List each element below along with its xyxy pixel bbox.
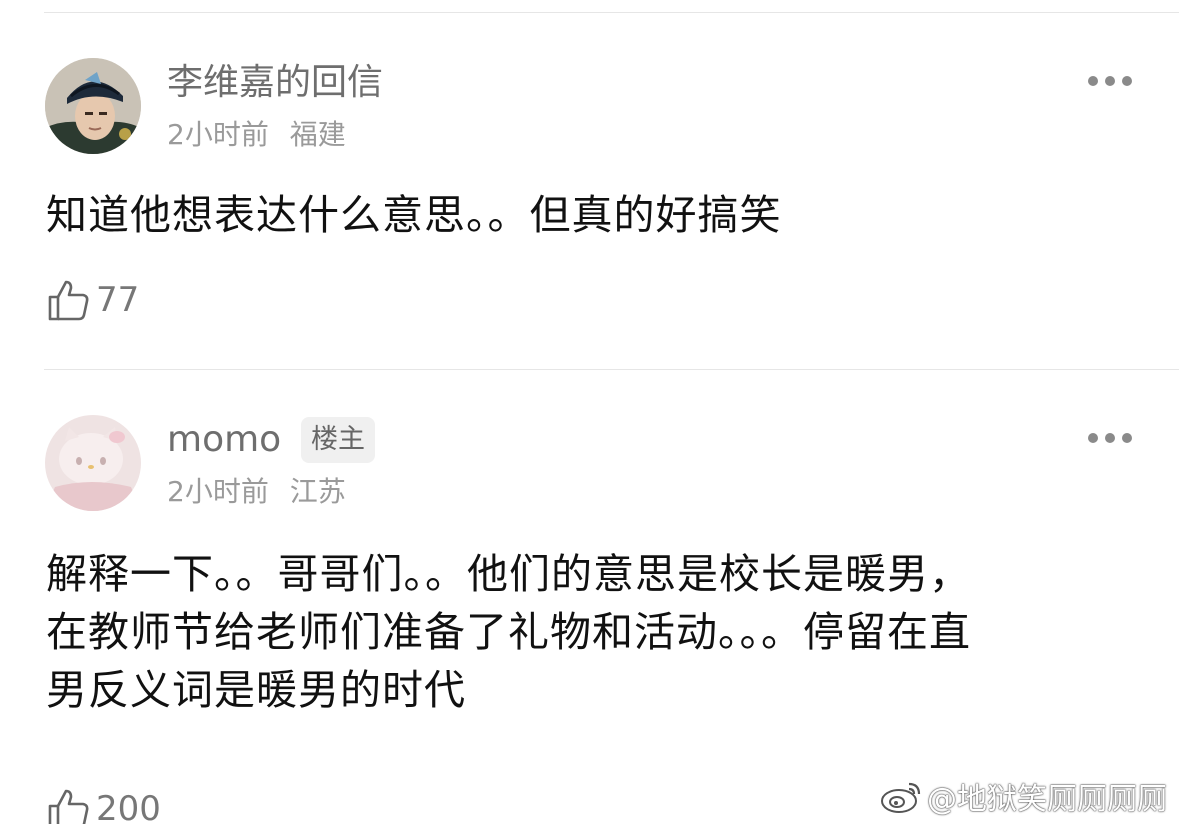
comment-content: 解释一下。。哥哥们。。他们的意思是校长是暖男， 在教师节给老师们准备了礼物和活动… <box>46 545 1139 719</box>
thumbs-up-icon <box>48 280 89 321</box>
comment-location: 福建 <box>289 118 346 151</box>
username[interactable]: momo <box>167 418 281 462</box>
username[interactable]: 李维嘉的回信 <box>167 61 383 105</box>
avatar[interactable] <box>45 58 141 154</box>
like-count: 77 <box>96 280 140 320</box>
op-badge: 楼主 <box>301 417 375 463</box>
like-count: 200 <box>96 789 161 824</box>
comment-line: 解释一下。。哥哥们。。他们的意思是校长是暖男， <box>46 550 971 598</box>
comment-meta: 2小时前 福建 <box>167 118 346 152</box>
user-avatar-icon <box>45 58 141 154</box>
divider <box>44 12 1179 13</box>
comment-meta: 2小时前 江苏 <box>167 475 346 509</box>
like-button[interactable]: 77 <box>46 277 139 323</box>
avatar[interactable] <box>45 415 141 511</box>
weibo-logo-icon <box>881 782 921 813</box>
comment-time: 2小时前 <box>167 475 269 508</box>
watermark: @地狱笑厕厕厕厕 <box>879 776 1167 817</box>
user-avatar-icon <box>45 415 141 511</box>
thumbs-up-icon <box>48 789 89 824</box>
comment-line: 在教师节给老师们准备了礼物和活动。。。停留在直 <box>46 608 971 656</box>
more-dots-icon[interactable] <box>1088 75 1132 87</box>
watermark-text: @地狱笑厕厕厕厕 <box>927 782 1167 817</box>
more-dots-icon[interactable] <box>1088 432 1132 444</box>
comment-line: 男反义词是暖男的时代 <box>46 666 466 714</box>
divider <box>44 369 1179 370</box>
comment-location: 江苏 <box>289 475 346 508</box>
comment-list: 李维嘉的回信 2小时前 福建 知道他想表达什么意思。。但真的好搞笑 77 mom… <box>0 0 1179 824</box>
comment-content: 知道他想表达什么意思。。但真的好搞笑 <box>46 191 782 239</box>
comment-time: 2小时前 <box>167 118 269 151</box>
like-button[interactable]: 200 <box>46 786 161 824</box>
